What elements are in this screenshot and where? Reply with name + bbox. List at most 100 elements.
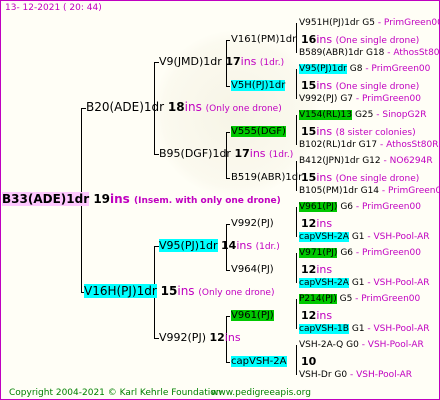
gen3-queen: B519(ABR)1dr xyxy=(231,171,302,184)
gen4-queen: VSH-Dr G0 - VSH-Pool-AR xyxy=(299,370,413,380)
insem-line: 15ins (One single drone) xyxy=(301,79,420,92)
gen2-queen: V992(PJ) 12ins xyxy=(159,331,241,344)
date-stamp: 13- 12-2021 ( 20: 44) xyxy=(5,3,102,13)
connector xyxy=(226,362,230,363)
queen-name: V16H(PJ)1dr xyxy=(84,284,157,298)
insem-note: (Only one drone) xyxy=(198,288,275,298)
gen3-queen: V961(PJ) xyxy=(231,309,274,322)
insem-line: 12ins xyxy=(301,309,333,322)
queen-name: V951H(PJ)1dr xyxy=(299,18,360,28)
insem-count: 17ins xyxy=(234,147,266,160)
connector xyxy=(296,115,297,145)
insem-note: (1dr.) xyxy=(269,150,294,160)
website-link[interactable]: www.pedigreeapis.org xyxy=(211,387,311,399)
connector xyxy=(226,224,230,225)
connector xyxy=(296,253,297,283)
queen-name: V992(PJ) xyxy=(231,218,274,229)
gen3-queen: V161(PM)1dr xyxy=(231,33,296,46)
queen-name: capVSH-1B xyxy=(299,324,349,334)
copyright: Copyright 2004-2021 © Karl Kehrle Founda… xyxy=(9,388,222,398)
queen-name: B95(DGF)1dr xyxy=(159,147,231,160)
insem-count: 17ins xyxy=(225,55,257,68)
gen4-queen: B589(ABR)1dr G18 - AthosSt80R xyxy=(299,48,440,58)
queen-name: V9(JMD)1dr xyxy=(159,55,222,68)
queen-name: VSH-2A-Q xyxy=(299,340,344,350)
gen2-queen: V9(JMD)1dr 17ins (1dr.) xyxy=(159,55,284,70)
queen-name: B412(JPN)1dr xyxy=(299,156,360,166)
root-queen-name: B33(ADE)1dr xyxy=(2,192,90,206)
connector xyxy=(226,132,230,133)
gen4-queen: V961(PJ) G6 - PrimGreen00 xyxy=(299,202,421,212)
insem-count: 14ins xyxy=(221,239,253,252)
root-insem-note: (Insem. with only one drone) xyxy=(134,196,281,206)
gen4-queen: B412(JPN)1dr G12 - NO6294R xyxy=(299,156,433,166)
connector xyxy=(296,207,297,237)
queen-name: B519(ABR)1dr xyxy=(231,172,303,183)
gen3-queen: capVSH-2A xyxy=(231,355,287,368)
insem-count: 18ins xyxy=(167,100,202,114)
insem-line: 15ins (One single drone) xyxy=(301,171,420,184)
insem-count: 12ins xyxy=(209,331,241,344)
connector xyxy=(226,86,230,87)
gen4-queen: capVSH-2A G1 - VSH-Pool-AR xyxy=(299,232,430,242)
queen-name: V961(PJ) xyxy=(299,202,338,212)
connector xyxy=(296,69,297,99)
gen4-queen: V154(RL)13 G25 - SinopG2R xyxy=(299,110,427,120)
gen3-queen: V964(PJ) xyxy=(231,263,274,276)
queen-name: V992(PJ) xyxy=(299,94,338,104)
queen-name: V992(PJ) xyxy=(159,331,206,344)
queen-name: V961(PJ) xyxy=(231,310,274,321)
connector xyxy=(226,270,230,271)
queen-name: V154(RL)13 xyxy=(299,110,353,120)
gen1-queen: V16H(PJ)1dr 15ins (Only one drone) xyxy=(84,284,275,300)
gen4-queen: capVSH-1B G1 - VSH-Pool-AR xyxy=(299,324,430,334)
connector xyxy=(226,316,230,317)
pedigree-tree: 13- 12-2021 ( 20: 44) Copyright 2004-202… xyxy=(0,0,440,400)
gen4-queen: P214(PJ) G5 - PrimGreen00 xyxy=(299,294,421,304)
gen4-queen: VSH-2A-Q G0 - VSH-Pool-AR xyxy=(299,340,424,350)
queen-name: capVSH-2A xyxy=(231,356,287,367)
queen-name: V555(DGF) xyxy=(231,126,286,137)
gen3-queen: V555(DGF) xyxy=(231,125,286,138)
gen2-queen: V95(PJ)1dr 14ins (1dr.) xyxy=(159,239,280,254)
queen-name: V964(PJ) xyxy=(231,264,274,275)
gen4-queen: V951H(PJ)1dr G5 - PrimGreen00 xyxy=(299,18,440,28)
gen3-queen: V5H(PJ)1dr xyxy=(231,79,286,92)
insem-line: 12ins xyxy=(301,263,333,276)
queen-name: B102(RL)1dr xyxy=(299,140,356,150)
queen-name: B589(ABR)1dr xyxy=(299,48,364,58)
root-insem-count: 19ins xyxy=(93,192,130,206)
insem-line: 15ins (8 sister colonies) xyxy=(301,125,416,138)
queen-name: P214(PJ) xyxy=(299,294,337,304)
queen-name: V161(PM)1dr xyxy=(231,34,297,45)
insem-note: (1dr.) xyxy=(259,58,285,68)
gen4-queen: V95(PJ)1dr G8 - PrimGreen00 xyxy=(299,64,431,74)
insem-line: 12ins xyxy=(301,217,333,230)
gen4-queen: V992(PJ) G7 - PrimGreen00 xyxy=(299,94,421,104)
queen-name: capVSH-2A xyxy=(299,278,349,288)
queen-name: B20(ADE)1dr xyxy=(86,100,165,114)
insem-note: (Only one drone) xyxy=(205,104,282,114)
queen-name: VSH-Dr xyxy=(299,370,332,380)
connector xyxy=(296,299,297,329)
connector xyxy=(296,345,297,375)
queen-name: V5H(PJ)1dr xyxy=(231,80,286,91)
gen1-queen: B20(ADE)1dr 18ins (Only one drone) xyxy=(86,101,282,116)
queen-name: B105(PM)1dr xyxy=(299,186,358,196)
insem-line: 10 xyxy=(301,355,317,368)
insem-note: (1dr.) xyxy=(255,242,280,252)
queen-name: capVSH-2A xyxy=(299,232,349,242)
queen-name: V95(PJ)1dr xyxy=(159,239,218,252)
connector xyxy=(226,178,230,179)
queen-name: V971(PJ) xyxy=(299,248,338,258)
gen4-queen: B105(PM)1dr G14 - PrimGreen00 xyxy=(299,186,439,196)
gen3-queen: V992(PJ) xyxy=(231,217,274,230)
gen4-queen: V971(PJ) G6 - PrimGreen00 xyxy=(299,248,421,258)
queen-name: V95(PJ)1dr xyxy=(299,64,347,74)
gen4-queen: B102(RL)1dr G17 - AthosSt80R xyxy=(299,140,439,150)
gen2-queen: B95(DGF)1dr 17ins (1dr.) xyxy=(159,147,293,162)
insem-count: 15ins xyxy=(160,284,195,298)
gen4-queen: capVSH-2A G1 - VSH-Pool-AR xyxy=(299,278,430,288)
connector xyxy=(226,40,230,41)
insem-line: 16ins (One single drone) xyxy=(301,33,420,46)
